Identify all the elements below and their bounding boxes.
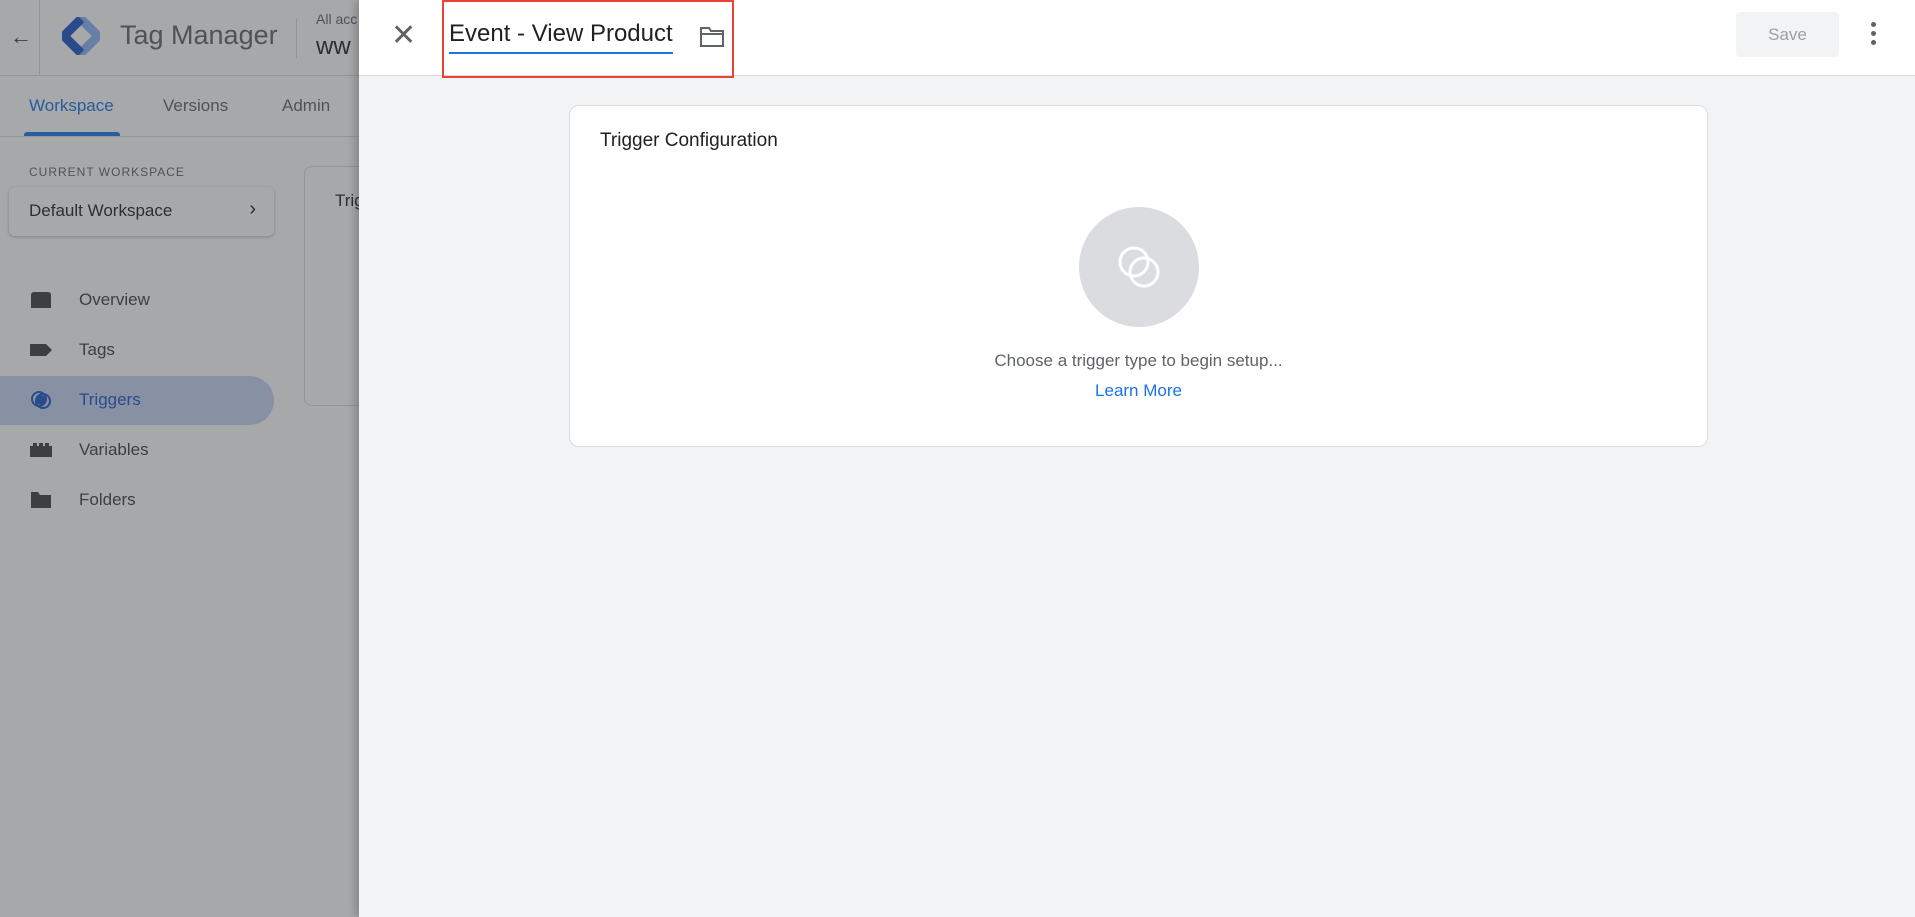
panel-header: ✕ Event - View Product Save (359, 0, 1915, 78)
learn-more-link[interactable]: Learn More (570, 381, 1707, 401)
save-button[interactable]: Save (1736, 12, 1839, 57)
trigger-icon (1118, 246, 1160, 288)
trigger-editor-panel: ✕ Event - View Product Save Trigger Conf… (359, 0, 1915, 917)
setup-hint: Choose a trigger type to begin setup... (994, 351, 1283, 370)
more-options-icon[interactable] (1867, 22, 1879, 48)
card-title: Trigger Configuration (600, 130, 778, 151)
modal-scrim[interactable] (0, 0, 359, 917)
folder-icon[interactable] (699, 26, 725, 48)
trigger-name-input[interactable]: Event - View Product (449, 20, 673, 54)
trigger-configuration-card[interactable]: Trigger Configuration Choose a trigger t… (569, 105, 1708, 447)
trigger-type-placeholder[interactable] (1079, 207, 1199, 327)
close-icon[interactable]: ✕ (391, 18, 416, 53)
